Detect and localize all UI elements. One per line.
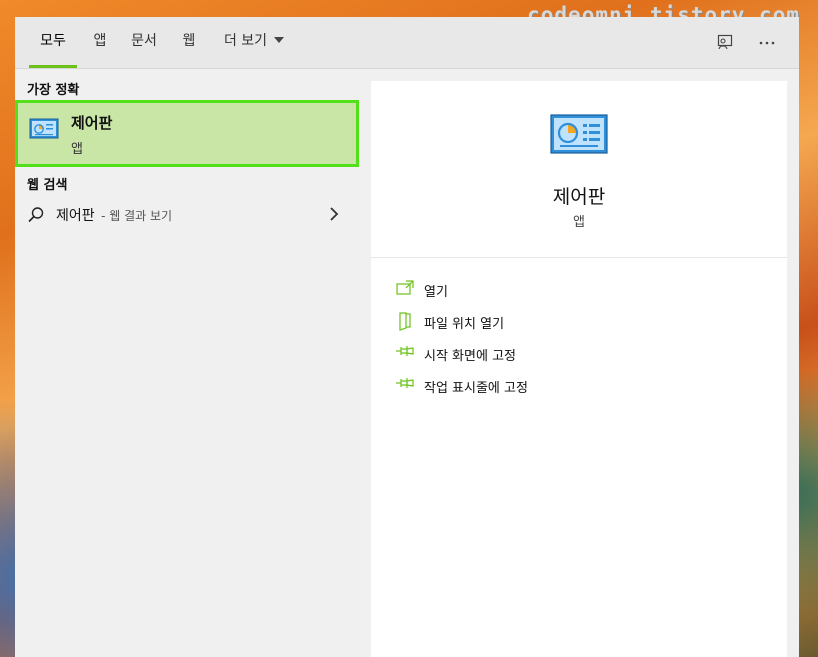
chevron-right-icon[interactable] xyxy=(328,206,340,226)
tab-documents[interactable]: 문서 xyxy=(125,17,163,68)
action-label: 작업 표시줄에 고정 xyxy=(424,381,528,396)
preview-subtitle: 앱 xyxy=(573,215,585,230)
results-list: 가장 정확 제어판 앱 웹 검색 제어판 - 웹 결과 보기 xyxy=(15,69,360,657)
best-match-heading: 가장 정확 xyxy=(27,83,80,98)
pin-icon xyxy=(395,343,415,363)
tab-more-label: 더 보기 xyxy=(223,33,268,49)
best-match-name: 제어판 xyxy=(71,114,113,132)
chevron-down-icon xyxy=(274,37,285,43)
web-search-hint: - 웹 결과 보기 xyxy=(101,209,173,223)
open-icon xyxy=(395,279,415,301)
filter-tab-bar: 모두 앱 문서 웹 더 보기 xyxy=(15,17,799,69)
tab-web[interactable]: 웹 xyxy=(175,17,203,68)
tab-all[interactable]: 모두 xyxy=(29,17,77,68)
file-location-icon xyxy=(395,311,415,335)
action-open-file-location[interactable]: 파일 위치 열기 xyxy=(395,311,755,333)
feedback-icon[interactable] xyxy=(714,31,736,53)
search-panel: 모두 앱 문서 웹 더 보기 가장 정확 제어판 앱 웹 검색 제어판 - 웹 … xyxy=(15,17,799,657)
action-pin-to-taskbar[interactable]: 작업 표시줄에 고정 xyxy=(395,375,755,397)
preview-pane: 제어판 앱 열기 파일 위치 열기 시작 화면에 고정 작업 표시줄에 고정 xyxy=(371,81,787,657)
more-options-icon[interactable] xyxy=(756,31,778,53)
control-panel-icon xyxy=(29,117,59,145)
action-label: 시작 화면에 고정 xyxy=(424,349,516,364)
preview-title: 제어판 xyxy=(552,186,606,208)
preview-divider xyxy=(371,257,787,258)
best-match-type: 앱 xyxy=(71,142,83,157)
best-match-item[interactable]: 제어판 앱 xyxy=(15,100,359,167)
web-search-result[interactable]: 제어판 - 웹 결과 보기 xyxy=(15,199,360,229)
action-label: 열기 xyxy=(424,285,448,300)
pin-icon xyxy=(395,375,415,395)
control-panel-icon xyxy=(550,112,608,160)
web-search-query: 제어판 xyxy=(56,208,95,224)
search-icon xyxy=(27,206,45,228)
web-search-heading: 웹 검색 xyxy=(27,178,68,193)
action-label: 파일 위치 열기 xyxy=(424,317,505,332)
tab-more[interactable]: 더 보기 xyxy=(215,17,293,68)
action-pin-to-start[interactable]: 시작 화면에 고정 xyxy=(395,343,755,365)
action-open[interactable]: 열기 xyxy=(395,279,755,301)
tab-apps[interactable]: 앱 xyxy=(87,17,113,68)
